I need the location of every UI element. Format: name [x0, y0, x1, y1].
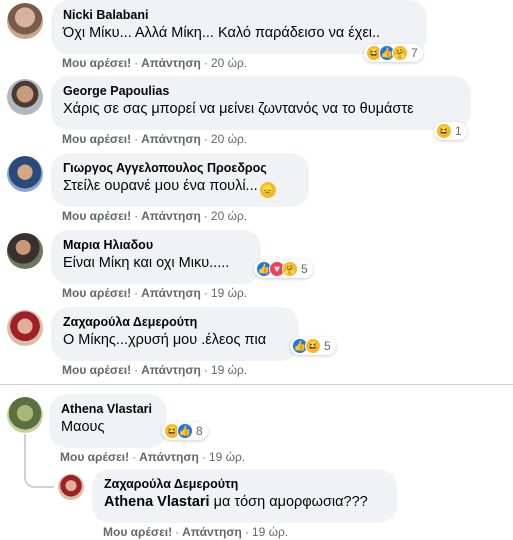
- like-button[interactable]: Μου αρέσει!: [62, 363, 131, 377]
- comment-bubble: Γιωργος Αγγελοπουλος Προεδρος Στείλε ουρ…: [51, 153, 309, 207]
- comment-actions: Μου αρέσει! · Απάντηση · 19 ώρ.: [62, 363, 248, 377]
- comment-bubble: Μαρια Ηλιαδου Είναι Μίκη και οχι Μικυ...…: [51, 230, 261, 284]
- reaction-summary[interactable]: 😆 1: [434, 122, 467, 140]
- comment-text: Ο Μίκης...χρυσή μου .έλεος πια: [63, 332, 267, 348]
- like-button[interactable]: Μου αρέσει!: [62, 132, 131, 146]
- reaction-summary[interactable]: 👍 ♥ 🤗 5: [254, 260, 313, 278]
- sad-emoji-icon: 😞: [259, 182, 276, 198]
- comment-author[interactable]: Μαρια Ηλιαδου: [63, 237, 249, 253]
- avatar[interactable]: [7, 3, 43, 39]
- comment-actions: Μου αρέσει! · Απάντηση · 20 ώρ.: [62, 209, 248, 223]
- comment-actions: Μου αρέσει! · Απάντηση · 20 ώρ.: [62, 56, 248, 70]
- reply-button[interactable]: Απάντηση: [141, 363, 201, 377]
- reaction-count: 1: [455, 124, 462, 138]
- care-reaction-icon: 🤗: [282, 261, 298, 277]
- reaction-count: 7: [411, 46, 418, 60]
- like-button[interactable]: Μου αρέσει!: [103, 525, 172, 539]
- comment-actions: Μου αρέσει! · Απάντηση · 20 ώρ.: [62, 132, 248, 146]
- reaction-count: 5: [324, 339, 331, 353]
- comment-actions: Μου αρέσει! · Απάντηση · 19 ώρ.: [62, 286, 248, 300]
- comment-actions: Μου αρέσει! · Απάντηση · 19 ώρ.: [103, 525, 289, 539]
- reply-button[interactable]: Απάντηση: [141, 286, 201, 300]
- reaction-summary[interactable]: 👍 😆 5: [290, 337, 336, 355]
- timestamp[interactable]: 20 ώρ.: [211, 56, 247, 70]
- comment-text: Χάρις σε σας μπορεί να μείνει ζωντανός ν…: [63, 101, 414, 117]
- comment-bubble: Athena Vlastari Μαους: [49, 394, 167, 448]
- reply-button[interactable]: Απάντηση: [139, 450, 199, 464]
- reply-button[interactable]: Απάντηση: [141, 132, 201, 146]
- reply-button[interactable]: Απάντηση: [182, 525, 242, 539]
- avatar[interactable]: [7, 310, 43, 346]
- like-button[interactable]: Μου αρέσει!: [62, 209, 131, 223]
- comment-text: Μαους: [61, 419, 105, 435]
- comment-author[interactable]: Athena Vlastari: [61, 401, 155, 417]
- like-button[interactable]: Μου αρέσει!: [62, 56, 131, 70]
- avatar[interactable]: [7, 79, 43, 115]
- reaction-summary[interactable]: 😆 👍 🤗 7: [364, 44, 423, 62]
- avatar[interactable]: [58, 474, 84, 500]
- timestamp[interactable]: 19 ώρ.: [252, 525, 288, 539]
- avatar[interactable]: [7, 156, 43, 192]
- reaction-count: 5: [301, 262, 308, 276]
- timestamp[interactable]: 20 ώρ.: [211, 132, 247, 146]
- timestamp[interactable]: 19 ώρ.: [211, 363, 247, 377]
- reaction-summary[interactable]: 😆 👍 8: [162, 422, 208, 440]
- comment-bubble: Ζαχαρούλα Δεμερούτη Athena Vlastari μα τ…: [92, 469, 397, 523]
- comment-bubble: Ζαχαρούλα Δεμερούτη Ο Μίκης...χρυσή μου …: [51, 307, 299, 361]
- comment-actions: Μου αρέσει! · Απάντηση · 19 ώρ.: [60, 450, 246, 464]
- comment-text: μα τόση αμορφωσια???: [209, 494, 368, 510]
- comment-author[interactable]: Γιωργος Αγγελοπουλος Προεδρος: [63, 160, 297, 176]
- like-reaction-icon: 👍: [177, 423, 193, 439]
- comment-author[interactable]: Ζαχαρούλα Δεμερούτη: [63, 314, 287, 330]
- haha-reaction-icon: 😆: [305, 338, 321, 354]
- reply-connector: [24, 434, 54, 488]
- timestamp[interactable]: 19 ώρ.: [211, 286, 247, 300]
- like-button[interactable]: Μου αρέσει!: [62, 286, 131, 300]
- haha-reaction-icon: 😆: [436, 123, 452, 139]
- reaction-count: 8: [196, 424, 203, 438]
- like-button[interactable]: Μου αρέσει!: [60, 450, 129, 464]
- reply-button[interactable]: Απάντηση: [141, 56, 201, 70]
- comment-text: Όχι Μίκυ... Αλλά Μίκη... Καλό παράδεισο …: [63, 25, 381, 41]
- comment-text: Είναι Μίκη και οχι Μικυ.....: [63, 255, 230, 271]
- reply-button[interactable]: Απάντηση: [141, 209, 201, 223]
- avatar[interactable]: [7, 233, 43, 269]
- comment-text: Στείλε ουρανέ μου ένα πουλί...: [63, 178, 258, 194]
- care-reaction-icon: 🤗: [392, 45, 408, 61]
- avatar[interactable]: [7, 397, 43, 433]
- comment-author[interactable]: George Papoulias: [63, 83, 459, 99]
- comment-author[interactable]: Ζαχαρούλα Δεμερούτη: [104, 476, 385, 492]
- comment-author[interactable]: Nicki Balabani: [63, 7, 415, 23]
- mentioned-user-link[interactable]: Athena Vlastari: [104, 494, 210, 510]
- divider: [0, 384, 513, 385]
- comment-bubble: George Papoulias Χάρις σε σας μπορεί να …: [51, 76, 471, 130]
- timestamp[interactable]: 19 ώρ.: [209, 450, 245, 464]
- timestamp[interactable]: 20 ώρ.: [211, 209, 247, 223]
